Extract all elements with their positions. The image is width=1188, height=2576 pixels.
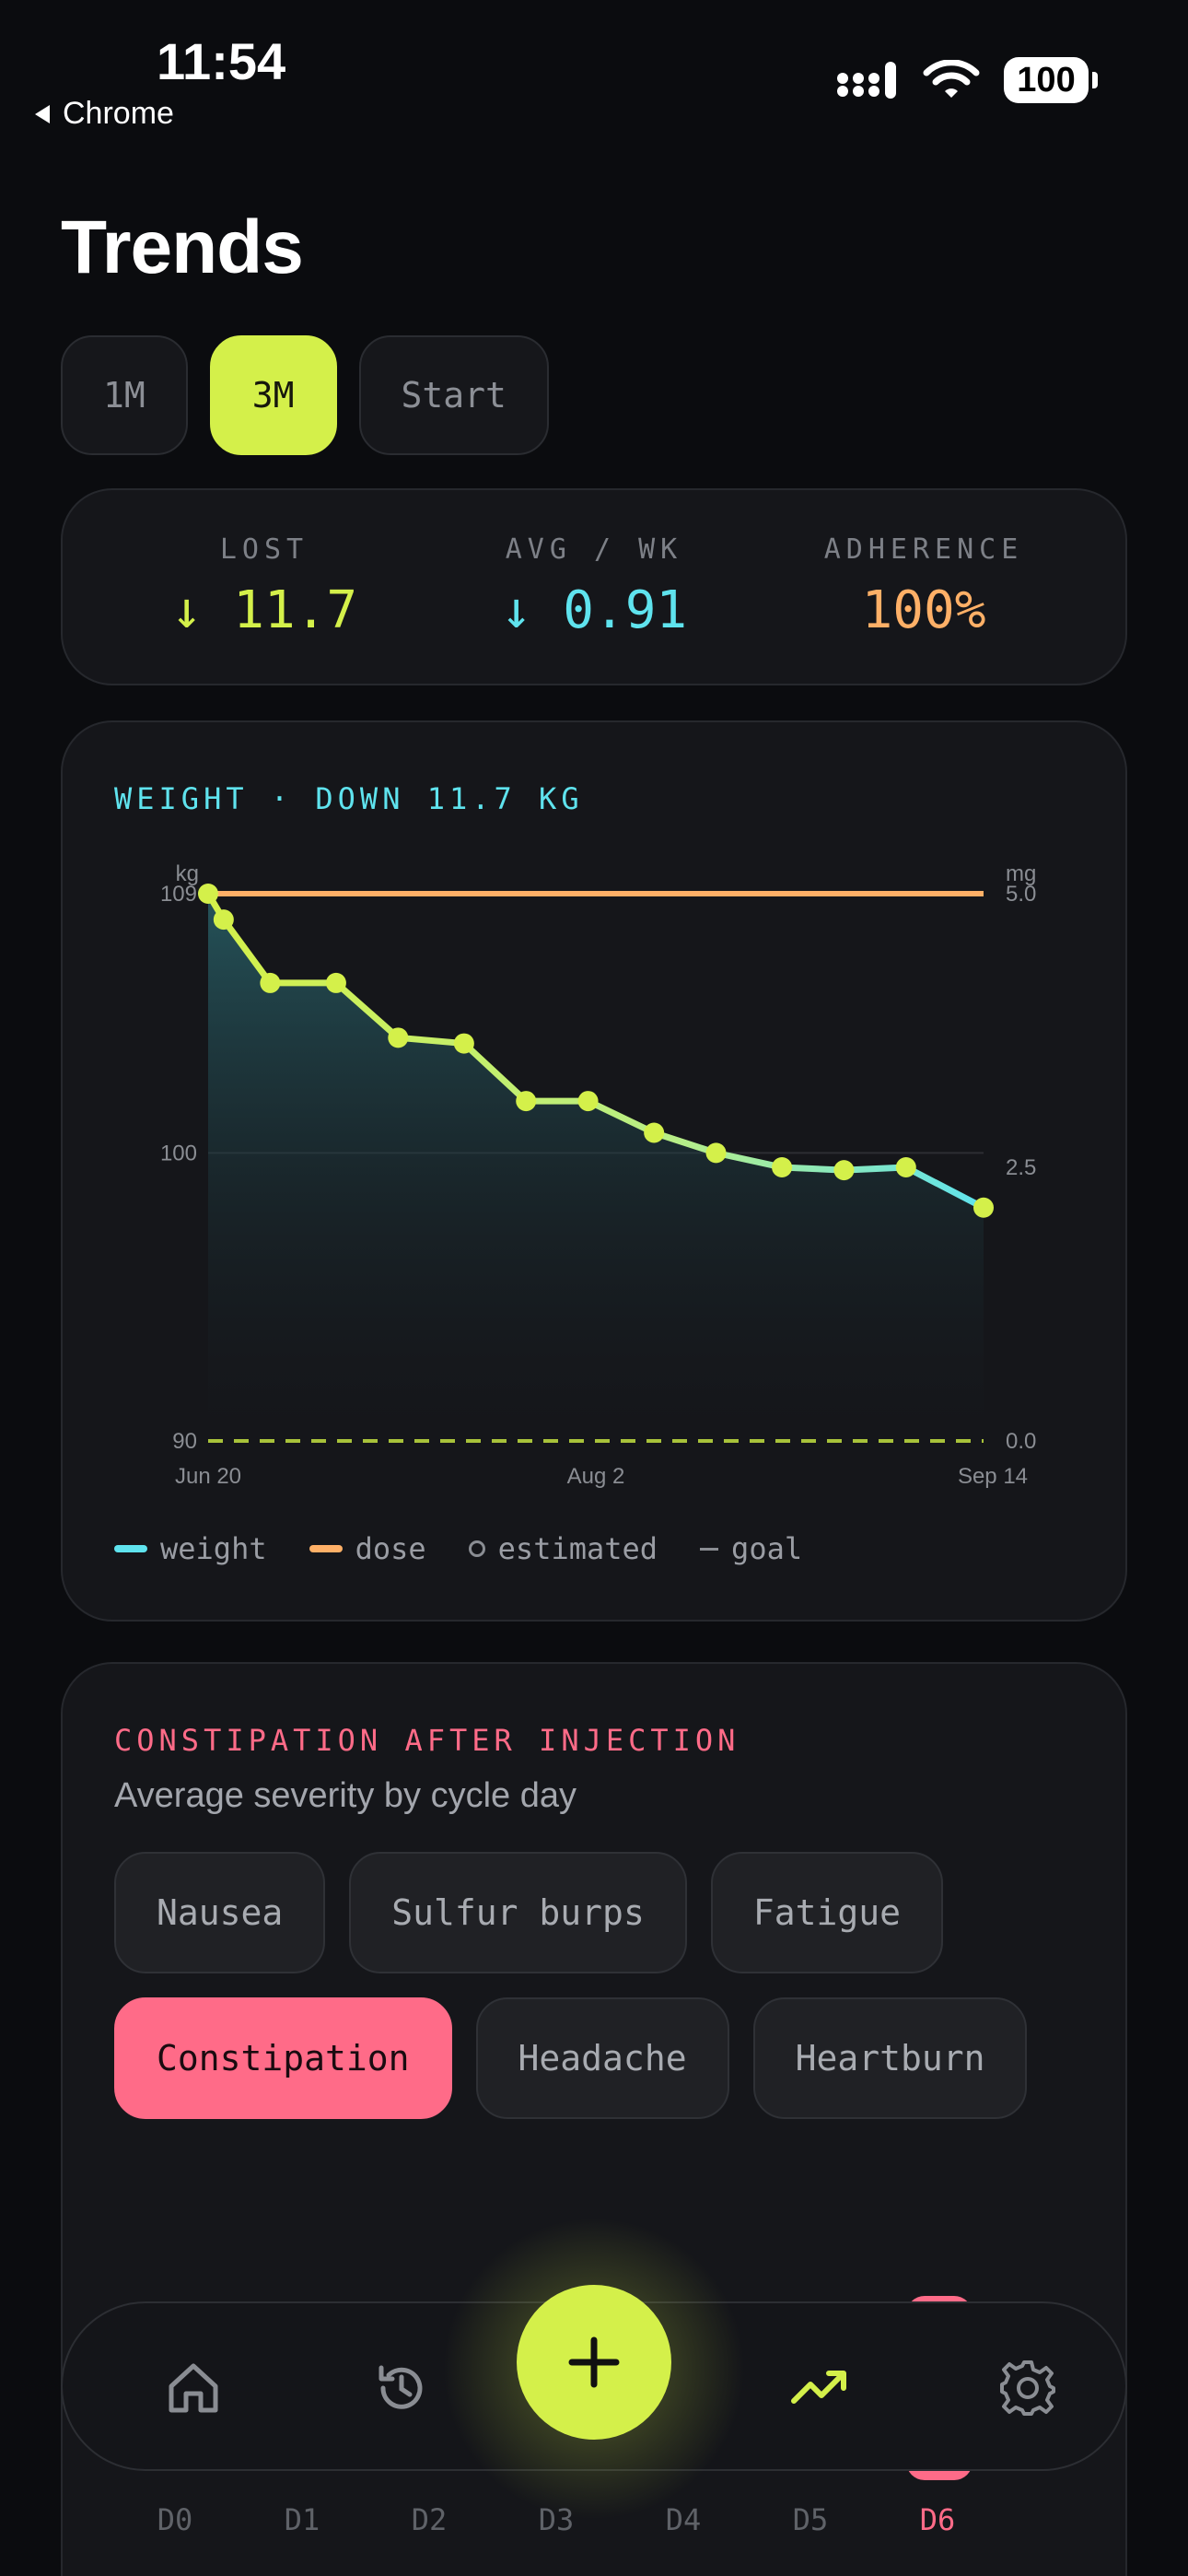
chip-nausea[interactable]: Nausea	[114, 1852, 326, 1973]
weight-point	[895, 1157, 916, 1177]
legend-estimated-label: estimated	[497, 1531, 658, 1566]
legend-estimated-swatch	[468, 1540, 485, 1557]
nav-history[interactable]	[367, 2353, 437, 2423]
stat-label: AVG / WK	[505, 533, 683, 566]
chip-constipation[interactable]: Constipation	[114, 1997, 452, 2119]
back-triangle-icon	[35, 104, 50, 123]
x-tick-label: Jun 20	[175, 1464, 241, 1489]
weight-point	[577, 1091, 599, 1112]
nav-home[interactable]	[158, 2353, 228, 2423]
day-label: D4	[665, 2502, 702, 2537]
weight-point	[833, 1160, 855, 1181]
stat-lost: LOST ↓ 11.7	[117, 533, 412, 640]
range-tab-3m[interactable]: 3M	[209, 335, 337, 455]
y-right-tick-label: 0.0	[1006, 1429, 1036, 1454]
weight-point	[388, 1027, 409, 1048]
weight-point	[213, 909, 234, 931]
weight-chart-card: WEIGHT · DOWN 11.7 KG kg mg 109 100 90 5.0 2.5…	[61, 720, 1127, 1622]
symptom-subtitle: Average severity by cycle day	[114, 1776, 577, 1815]
y-left-tick-label: 109	[160, 882, 197, 907]
legend-goal: goal	[700, 1531, 802, 1566]
status-indicators: 100	[836, 57, 1098, 103]
y-left-tick-label: 90	[172, 1429, 197, 1454]
day-label: D1	[284, 2502, 320, 2537]
home-icon	[169, 2363, 218, 2413]
weight-chart[interactable]: kg mg109100905.02.50.0Jun 20 Aug 2 Sep 14	[63, 722, 1129, 1515]
chip-heartburn[interactable]: Heartburn	[752, 1997, 1028, 2119]
weight-point	[516, 1091, 537, 1112]
legend-dose-label: dose	[355, 1531, 426, 1566]
summary-stats-card: LOST ↓ 11.7 AVG / WK ↓ 0.91 ADHERENCE 10…	[61, 488, 1127, 685]
nav-trends[interactable]	[785, 2353, 855, 2423]
legend-weight: weight	[114, 1531, 267, 1566]
day-label: D3	[538, 2502, 575, 2537]
legend-dose-swatch	[309, 1545, 343, 1552]
stat-adherence: ADHERENCE 100%	[776, 533, 1071, 640]
range-tab-1m[interactable]: 1M	[61, 335, 188, 455]
legend-goal-label: goal	[731, 1531, 803, 1566]
y-right-tick-label: 5.0	[1006, 882, 1036, 907]
weight-point	[705, 1142, 727, 1164]
symptom-heading: CONSTIPATION AFTER INJECTION	[114, 1723, 740, 1758]
legend-weight-swatch	[114, 1545, 147, 1552]
weight-point	[260, 972, 281, 993]
range-tab-start[interactable]: Start	[358, 335, 549, 455]
y-right-tick-label: 2.5	[1006, 1155, 1036, 1180]
x-tick-label: Aug 2	[567, 1464, 625, 1489]
status-time: 11:54	[157, 32, 286, 90]
day-label: D5	[792, 2502, 829, 2537]
cellular-signal-icon	[837, 62, 896, 99]
history-icon	[379, 2365, 423, 2409]
page-title: Trends	[61, 205, 304, 289]
gear-icon	[1000, 2360, 1055, 2416]
x-tick-label: Sep 14	[958, 1464, 1028, 1489]
day-label: D2	[411, 2502, 448, 2537]
stat-value: ↓ 0.91	[500, 580, 688, 640]
stat-value: 100%	[861, 580, 986, 640]
range-tabs: 1M 3M Start	[61, 335, 549, 455]
weight-point	[198, 884, 218, 904]
weight-point	[772, 1157, 793, 1177]
back-app-label: Chrome	[63, 96, 174, 131]
stat-avg-week: AVG / WK ↓ 0.91	[447, 533, 741, 640]
chart-legend: weight dose estimated goal	[114, 1531, 802, 1566]
legend-estimated: estimated	[468, 1531, 658, 1566]
stat-label: ADHERENCE	[823, 533, 1024, 566]
stat-value: ↓ 11.7	[170, 580, 358, 640]
cycle-day-labels: D0 D1 D2 D3 D4 D5 D6	[0, 2502, 1188, 2548]
stat-label: LOST	[219, 533, 309, 566]
weight-point	[453, 1033, 474, 1054]
back-to-app-button[interactable]: Chrome	[33, 96, 174, 132]
plus-icon	[568, 2336, 620, 2388]
weight-point	[325, 972, 346, 993]
legend-dose: dose	[309, 1531, 426, 1566]
day-label-active: D6	[919, 2502, 956, 2537]
trend-icon	[791, 2371, 846, 2404]
symptom-chips: Nausea Sulfur burps Fatigue Constipation…	[114, 1852, 1090, 2119]
nav-settings[interactable]	[993, 2353, 1063, 2423]
legend-goal-swatch	[700, 1547, 719, 1551]
battery-indicator: 100	[1004, 57, 1098, 103]
wifi-icon	[923, 60, 980, 98]
chip-fatigue[interactable]: Fatigue	[710, 1852, 943, 1973]
y-left-tick-label: 100	[160, 1141, 197, 1165]
chip-sulfur-burps[interactable]: Sulfur burps	[349, 1852, 687, 1973]
legend-weight-label: weight	[160, 1531, 267, 1566]
weight-point	[644, 1122, 665, 1143]
day-label: D0	[157, 2502, 193, 2537]
chip-headache[interactable]: Headache	[475, 1997, 729, 2119]
weight-point	[973, 1197, 994, 1218]
add-entry-button[interactable]	[517, 2285, 671, 2440]
